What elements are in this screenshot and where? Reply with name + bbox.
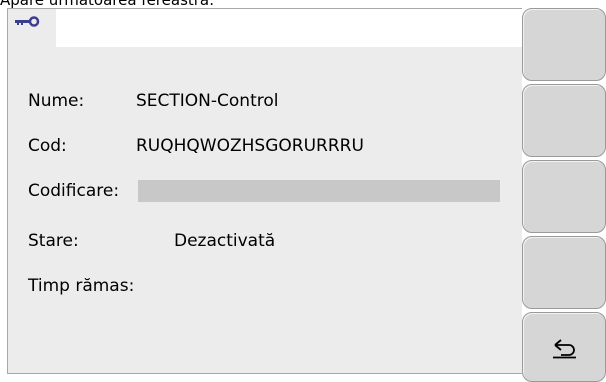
softkey-1[interactable] [522, 8, 606, 81]
back-icon [553, 339, 576, 359]
code-value: RUQHQWOZHSGORURRRU [136, 136, 364, 156]
softkey-bar [522, 8, 606, 382]
softkey-4[interactable] [522, 236, 606, 309]
time-remaining-label: Timp rămas: [28, 276, 135, 296]
encoding-input[interactable] [138, 180, 500, 202]
tab-strip [8, 9, 522, 47]
state-label: Stare: [28, 231, 79, 251]
name-value: SECTION-Control [136, 91, 279, 111]
code-label: Cod: [28, 136, 67, 156]
state-value: Dezactivată [174, 231, 276, 251]
license-panel: Nume: SECTION-Control Cod: RUQHQWOZHSGOR… [7, 8, 522, 374]
key-icon [15, 16, 40, 27]
name-label: Nume: [28, 91, 85, 111]
tab-license[interactable] [8, 9, 56, 47]
back-button[interactable] [522, 312, 606, 382]
softkey-3[interactable] [522, 160, 606, 233]
softkey-2[interactable] [522, 84, 606, 157]
encoding-label: Codificare: [28, 181, 120, 201]
